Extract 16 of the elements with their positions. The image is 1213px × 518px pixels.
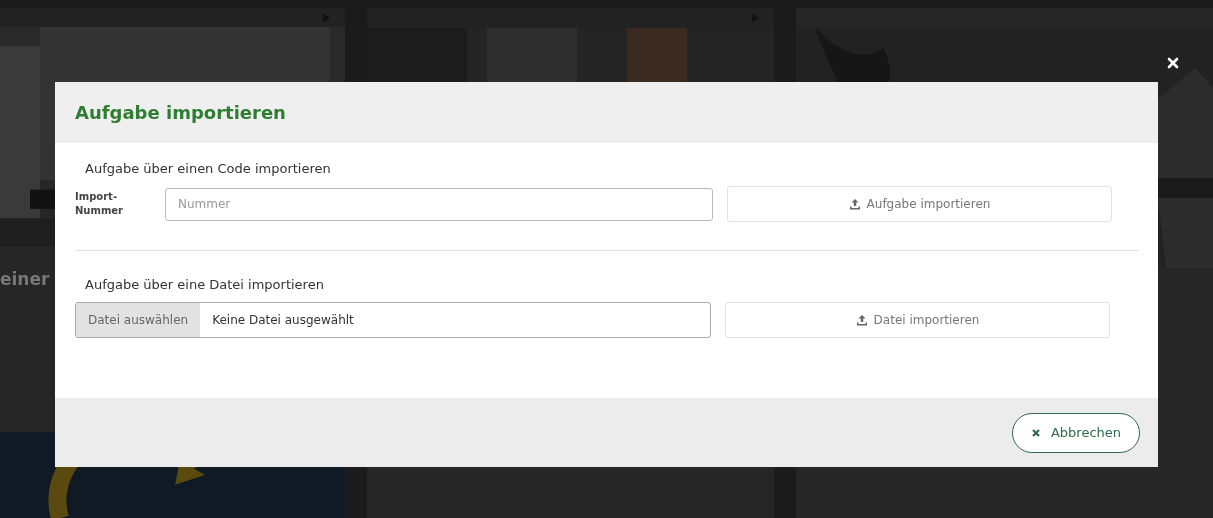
file-status: Keine Datei ausgewählt	[211, 312, 354, 329]
cancel-button[interactable]: Abbrechen	[1011, 412, 1140, 453]
file-input[interactable]: Datei auswählen Keine Datei ausgewählt	[75, 302, 711, 338]
section-heading: Aufgabe über eine Datei importieren	[85, 277, 325, 292]
card-heading: einer	[0, 269, 50, 290]
field-label: Import-Nummer	[75, 190, 125, 218]
import-button[interactable]: Datei importieren	[725, 302, 1110, 338]
close-icon[interactable]	[1167, 57, 1179, 69]
import-button[interactable]: Aufgabe importieren	[727, 186, 1112, 222]
section-heading: Aufgabe über einen Code importieren	[85, 161, 332, 176]
upload-icon	[848, 198, 861, 210]
upload-icon	[855, 314, 868, 326]
import-number-field[interactable]: Nummer	[165, 187, 713, 221]
dialog-title: Aufgabe importieren	[75, 102, 286, 123]
choose-file-button[interactable]: Datei auswählen	[76, 303, 201, 337]
close-icon	[1030, 427, 1041, 438]
